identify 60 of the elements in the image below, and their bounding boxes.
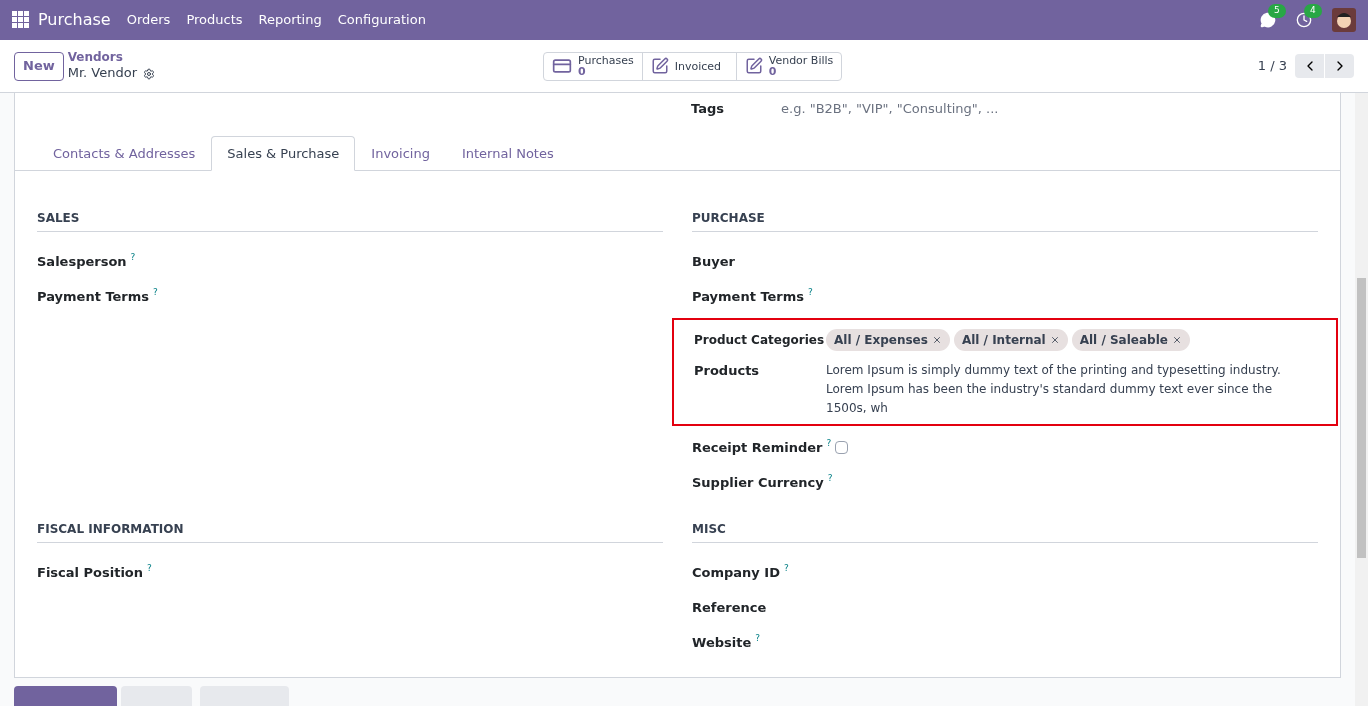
- app-name[interactable]: Purchase: [38, 8, 111, 32]
- form-sheet: Tags e.g. "B2B", "VIP", "Consulting", ... Contacts & Addresses Sales & Purchase Invoicing Internal Notes SALES Salesperson $^{?}$ Payment Terms $^{?}$ PURCHASE Buyer Payment Terms $^{?}$ Product Categories All / Expenses All / Internal All / Saleable Products Lorem Ipsum is simply dummy text of the printing and typesetting industry. Lorem Ipsum has been the industry's standard dummy text ever since the 1500s, wh Receipt Reminder $^{?}$ Supplier Currency $^{?}$ FISCAL INFORMATION Fiscal Position $^{?}$ MISC Company ID $^{?}$ Reference Website $^{?}$: [14, 93, 1341, 678]
- gear-icon[interactable]: [143, 67, 156, 80]
- tab[interactable]: Contacts & Addresses: [37, 136, 212, 171]
- field-label: Fiscal Position: [37, 563, 144, 582]
- field-label: Tags: [691, 99, 725, 118]
- menu-item[interactable]: Products: [186, 10, 243, 30]
- checkbox[interactable]: [835, 441, 849, 454]
- count-badge: 5: [1268, 4, 1286, 18]
- next-button[interactable]: [1325, 54, 1354, 78]
- edit-icon: [744, 57, 763, 75]
- smart-button-label: Invoiced: [674, 60, 722, 72]
- tags-field[interactable]: e.g. "B2B", "VIP", "Consulting", ...: [781, 98, 1081, 119]
- record-name: Mr. Vendor: [67, 65, 138, 82]
- section-title: SALES: [37, 209, 663, 232]
- field-label: Payment Terms: [692, 287, 805, 306]
- field-label: Product Categories: [694, 331, 826, 349]
- remove-icon[interactable]: [1171, 334, 1182, 345]
- remove-icon[interactable]: [1049, 334, 1060, 345]
- field-label: Salesperson: [37, 252, 127, 271]
- category-tag[interactable]: All / Saleable: [1071, 328, 1190, 351]
- tab[interactable]: Internal Notes: [445, 136, 570, 171]
- category-tag[interactable]: All / Internal: [953, 328, 1068, 351]
- section-title: FISCAL INFORMATION: [37, 520, 663, 543]
- previous-button[interactable]: [1295, 54, 1324, 78]
- new-button[interactable]: New: [14, 51, 64, 81]
- products-text: Lorem Ipsum is simply dummy text of the printing and typesetting industry. Lorem Ipsum has been the industry's standard dummy text ever since the 1500s, wh: [826, 362, 1282, 417]
- field-label: Buyer: [692, 252, 735, 271]
- category-tag[interactable]: All / Expenses: [826, 328, 950, 351]
- field-label: Reference: [692, 598, 767, 617]
- section-title: MISC: [692, 520, 1318, 543]
- count-badge: 4: [1304, 4, 1322, 18]
- edit-icon: [650, 57, 669, 75]
- field-label: Receipt Reminder: [692, 438, 823, 457]
- avatar[interactable]: [1332, 8, 1356, 32]
- smart-button-value: 0: [768, 66, 778, 77]
- menu-item[interactable]: Orders: [126, 10, 171, 30]
- card-icon: [552, 56, 573, 76]
- pager-value: 1 / 3: [1257, 57, 1287, 76]
- field-label: Supplier Currency: [692, 473, 824, 492]
- field-label: Company ID: [692, 563, 780, 582]
- smart-button-label: Purchases: [578, 55, 634, 66]
- breadcrumb-link[interactable]: Vendors: [67, 50, 156, 66]
- smart-button[interactable]: Vendor Bills 0: [735, 52, 842, 80]
- app-grid-icon[interactable]: [12, 11, 30, 29]
- remove-icon[interactable]: [931, 334, 942, 345]
- menu-item[interactable]: Reporting: [258, 10, 322, 30]
- field-label: Payment Terms: [37, 287, 150, 306]
- section-title: PURCHASE: [692, 209, 1318, 232]
- field-label: Website: [692, 633, 752, 652]
- clock-icon[interactable]: [1296, 12, 1312, 28]
- tab[interactable]: Sales & Purchase: [211, 136, 356, 171]
- smart-button-label: Vendor Bills: [768, 55, 834, 66]
- menu-item[interactable]: Configuration: [337, 10, 426, 30]
- smart-button[interactable]: Invoiced: [641, 52, 736, 80]
- tab[interactable]: Invoicing: [355, 136, 446, 171]
- smart-button-value: 0: [578, 66, 587, 77]
- field-label: Products: [694, 362, 761, 380]
- scrollbar[interactable]: [1355, 93, 1368, 706]
- smart-button[interactable]: Purchases 0: [544, 52, 642, 80]
